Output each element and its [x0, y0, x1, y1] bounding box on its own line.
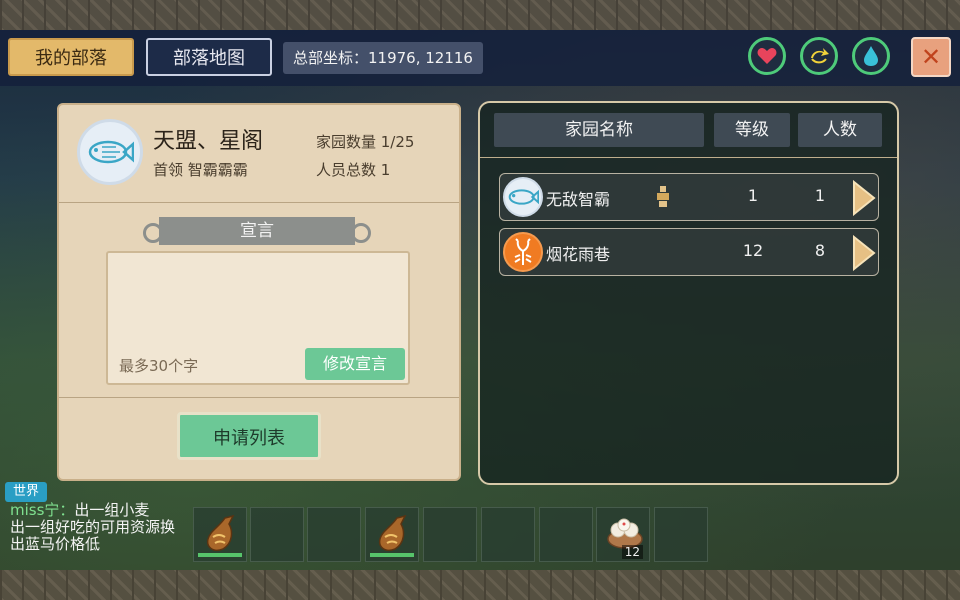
water-button[interactable]	[852, 37, 890, 75]
header-divider	[480, 157, 897, 158]
home-level: 12	[742, 241, 764, 260]
hotbar-slot[interactable]	[481, 507, 535, 562]
home-name: 烟花雨巷	[546, 245, 611, 264]
home-level: 1	[747, 186, 759, 205]
tribe-leader: 首领 智霸霸霸	[153, 161, 248, 179]
home-avatar	[503, 232, 543, 272]
hotbar-slot[interactable]	[250, 507, 304, 562]
hotbar-slot[interactable]	[193, 507, 247, 562]
tribe-avatar	[77, 119, 143, 185]
declaration-title: 宣言	[143, 217, 371, 245]
heart-button[interactable]	[748, 37, 786, 75]
section-divider	[59, 397, 459, 398]
hotbar-slot[interactable]	[365, 507, 419, 562]
chat-channel-tag[interactable]: 世界	[5, 482, 47, 502]
hotbar-slot[interactable]	[307, 507, 361, 562]
hotbar-slot[interactable]	[654, 507, 708, 562]
refresh-icon	[811, 48, 829, 64]
tribe-header-bar: 我的部落 部落地图 总部坐标：11976, 12116 ✕	[0, 30, 960, 86]
scorpion-icon	[514, 238, 532, 266]
tribe-info-panel: 天盟、星阁 首领 智霸霸霸 家园数量 1/25 人员总数 1 宣言 最多30个字…	[57, 103, 461, 481]
water-drop-icon	[864, 46, 878, 66]
section-divider	[59, 202, 459, 203]
chevron-right-icon[interactable]	[852, 235, 876, 271]
tab-my-tribe[interactable]: 我的部落	[8, 38, 134, 76]
hotbar-slot[interactable]	[423, 507, 477, 562]
item-count: 12	[621, 545, 643, 559]
edit-declaration-button[interactable]: 修改宣言	[305, 348, 405, 380]
home-name: 无敌智霸	[546, 190, 611, 209]
bottom-pattern-border	[0, 570, 960, 600]
column-header-level: 等级	[714, 113, 790, 147]
declaration-placeholder: 最多30个字	[119, 357, 199, 375]
home-member-count: 8	[814, 241, 826, 260]
tribe-name: 天盟、星阁	[153, 129, 264, 154]
hotbar-slot[interactable]	[539, 507, 593, 562]
top-pattern-border	[0, 0, 960, 30]
home-count: 家园数量 1/25	[316, 133, 415, 151]
refresh-button[interactable]	[800, 37, 838, 75]
durability-bar	[370, 553, 414, 557]
close-button[interactable]: ✕	[911, 37, 951, 77]
chat-sender: miss宁：	[10, 501, 75, 519]
seed-pouch-icon	[378, 515, 407, 551]
chat-message: miss宁：出一组小麦 出一组好吃的可用资源换 出蓝马价格低	[0, 502, 190, 566]
tab-tribe-map[interactable]: 部落地图	[146, 38, 272, 76]
column-header-members: 人数	[798, 113, 882, 147]
headquarters-coordinates: 总部坐标：11976, 12116	[283, 42, 483, 74]
heart-icon	[757, 48, 777, 64]
fish-icon	[88, 140, 134, 164]
column-header-home-name: 家园名称	[494, 113, 704, 147]
home-member-count: 1	[814, 186, 826, 205]
fish-icon	[508, 189, 539, 205]
home-row[interactable]: 无敌智霸 1 1	[499, 173, 879, 221]
home-list-panel: 家园名称 等级 人数 无敌智霸 1 1 烟花雨巷 12 8	[478, 101, 899, 485]
declaration-textbox[interactable]: 最多30个字 修改宣言	[106, 251, 410, 385]
member-count: 人员总数 1	[316, 161, 391, 179]
seed-pouch-icon	[206, 515, 235, 551]
chevron-right-icon[interactable]	[852, 180, 876, 216]
home-row[interactable]: 烟花雨巷 12 8	[499, 228, 879, 276]
hotbar-slot[interactable]: 12	[596, 507, 650, 562]
durability-bar	[198, 553, 242, 557]
leader-totem-icon	[657, 186, 669, 207]
application-list-button[interactable]: 申请列表	[177, 412, 321, 460]
home-avatar	[503, 177, 543, 217]
